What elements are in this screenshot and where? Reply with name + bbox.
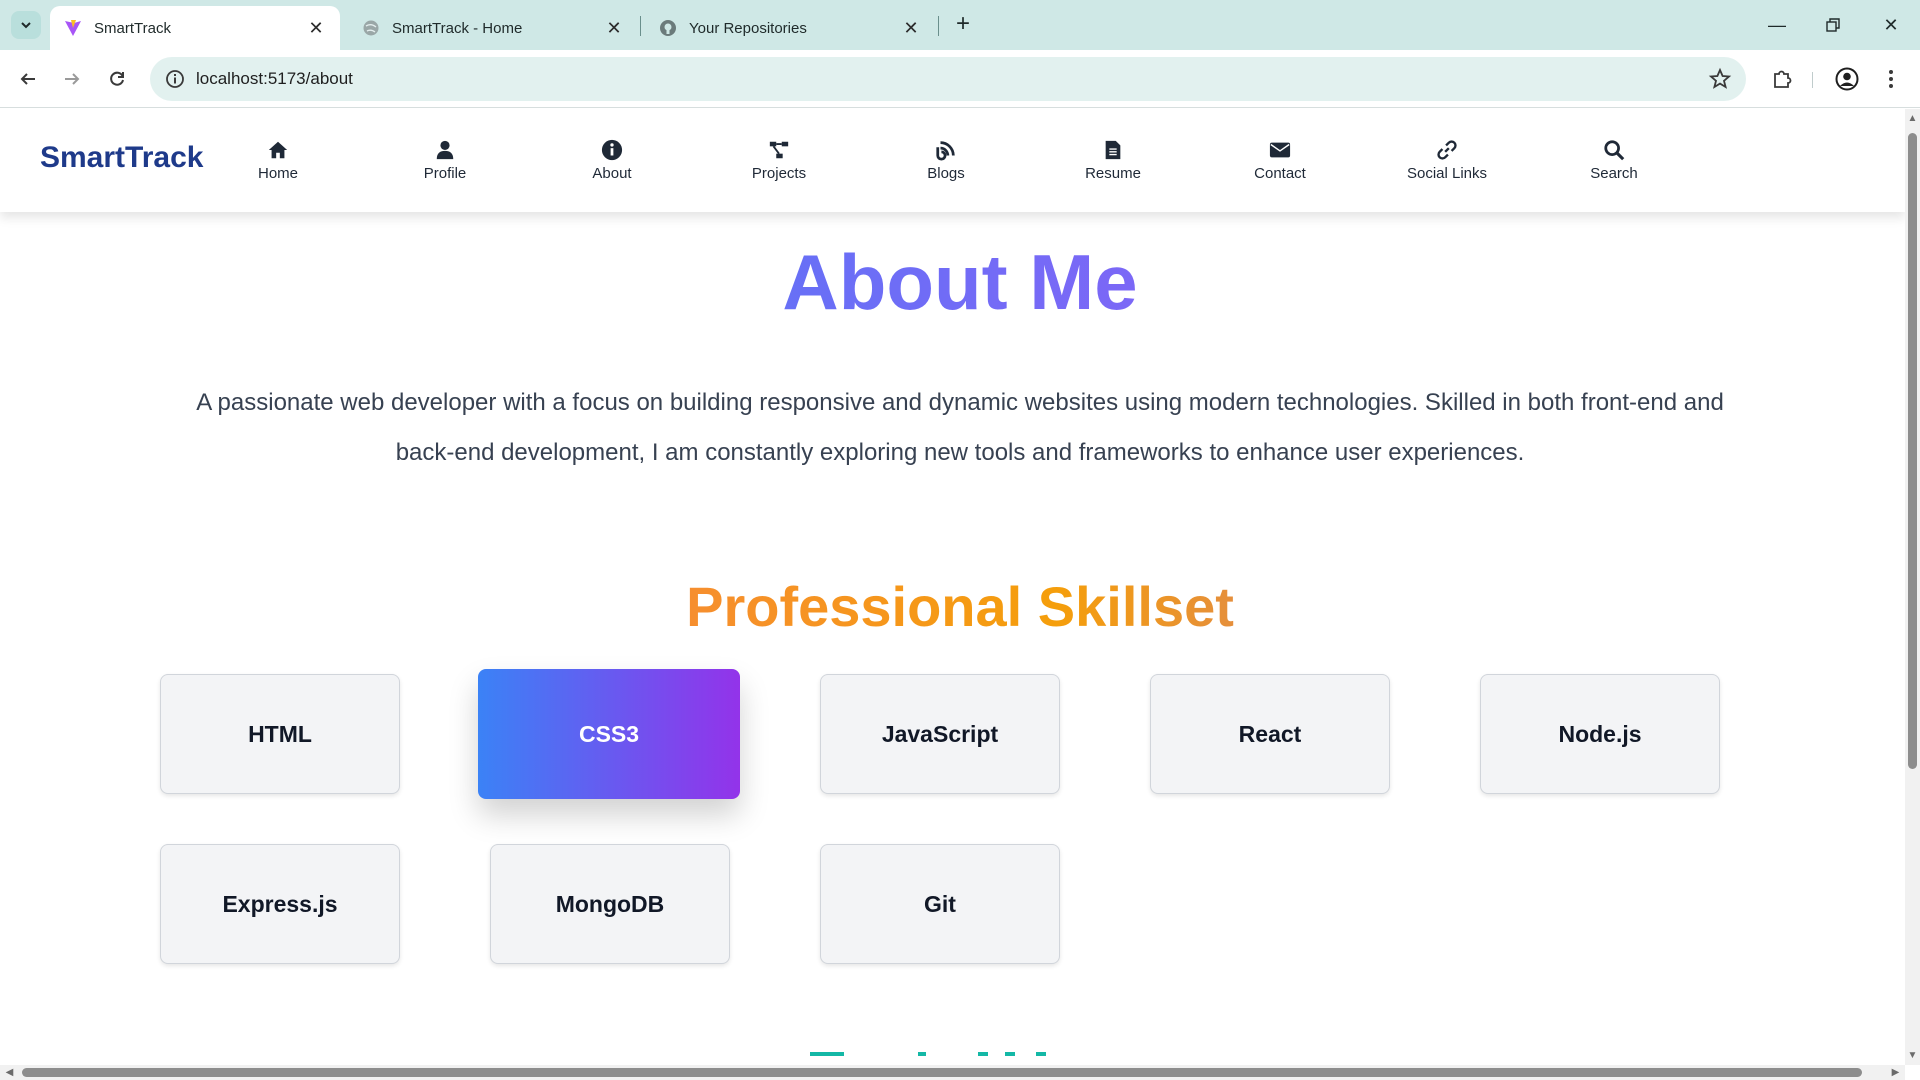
skill-card-expressjs[interactable]: Express.js (160, 844, 400, 964)
about-description: A passionate web developer with a focus … (196, 389, 1724, 466)
new-tab-button[interactable]: + (948, 10, 978, 40)
nav-label: Social Links (1406, 165, 1488, 182)
envelope-icon (1269, 142, 1291, 158)
horizontal-scroll-thumb[interactable] (22, 1068, 1862, 1077)
scroll-right-arrow[interactable]: ▶ (1890, 1067, 1901, 1078)
toolbar-divider (1812, 72, 1813, 88)
restore-button[interactable] (1810, 10, 1856, 40)
minimize-button[interactable]: — (1754, 10, 1800, 40)
scroll-left-arrow[interactable]: ◀ (4, 1067, 15, 1078)
tab-your-repositories[interactable]: Your Repositories ✕ (645, 6, 935, 50)
profile-button[interactable] (1832, 64, 1862, 94)
forward-button[interactable] (57, 64, 87, 94)
vertical-scroll-thumb[interactable] (1908, 133, 1917, 769)
nav-label: Home (257, 165, 298, 182)
nav-social-links[interactable]: Social Links (1382, 139, 1512, 182)
skills-heading: Professional Skillset (0, 574, 1905, 639)
skill-card-nodejs[interactable]: Node.js (1480, 674, 1720, 794)
chevron-down-icon (21, 22, 31, 29)
tab-separator (640, 16, 641, 36)
nav-label: Search (1590, 165, 1638, 182)
browser-toolbar: localhost:5173/about (0, 50, 1920, 108)
scroll-down-arrow[interactable]: ▼ (1907, 1050, 1918, 1061)
tab-separator (938, 16, 939, 36)
reload-icon (110, 71, 124, 86)
nav-contact[interactable]: Contact (1215, 139, 1345, 182)
arrow-right-icon (65, 73, 80, 85)
back-button[interactable] (13, 64, 43, 94)
nav-label: Resume (1085, 165, 1141, 182)
info-circle-icon (601, 139, 623, 161)
brand-logo[interactable]: SmartTrack (40, 141, 203, 175)
site-navbar: SmartTrack Home Profile About Projects B… (0, 109, 1905, 212)
skill-card-html[interactable]: HTML (160, 674, 400, 794)
skill-card-mongodb[interactable]: MongoDB (490, 844, 730, 964)
skill-card-css3[interactable]: CSS3 (478, 669, 740, 799)
horizontal-scrollbar[interactable]: ◀ ▶ (0, 1065, 1905, 1080)
account-circle-icon (1835, 67, 1859, 91)
restore-icon (1826, 18, 1840, 32)
close-tab-icon[interactable]: ✕ (604, 18, 624, 39)
nav-label: Contact (1254, 165, 1306, 182)
nav-blogs[interactable]: Blogs (881, 139, 1011, 182)
skill-card-javascript[interactable]: JavaScript (820, 674, 1060, 794)
nav-label: Projects (751, 165, 807, 182)
page-viewport: SmartTrack Home Profile About Projects B… (0, 109, 1905, 1065)
skill-card-git[interactable]: Git (820, 844, 1060, 964)
user-icon (436, 140, 454, 160)
blog-icon (936, 141, 955, 161)
nav-label: About (592, 165, 632, 182)
next-section-heading-peek (810, 1052, 1050, 1058)
nav-profile[interactable]: Profile (380, 139, 510, 182)
scroll-up-arrow[interactable]: ▲ (1907, 113, 1918, 124)
skill-card-react[interactable]: React (1150, 674, 1390, 794)
tab-title: SmartTrack - Home (392, 19, 523, 37)
tab-title: Your Repositories (689, 19, 807, 37)
github-icon (659, 19, 677, 37)
tab-title: SmartTrack (94, 19, 171, 37)
vertical-scrollbar[interactable]: ▲ ▼ (1905, 109, 1920, 1065)
browser-tab-bar: SmartTrack ✕ SmartTrack - Home ✕ Your Re… (0, 0, 1920, 50)
search-icon (1604, 140, 1625, 161)
close-tab-icon[interactable]: ✕ (306, 18, 326, 39)
site-info-icon[interactable] (164, 68, 186, 90)
vite-logo-icon (64, 19, 82, 37)
link-icon (1437, 140, 1457, 160)
nav-label: Profile (423, 165, 467, 182)
project-diagram-icon (769, 141, 789, 159)
address-bar[interactable]: localhost:5173/about (150, 57, 1746, 101)
tab-search-button[interactable] (11, 11, 41, 39)
bookmark-star-icon[interactable] (1708, 67, 1732, 91)
tab-smarttrack[interactable]: SmartTrack ✕ (50, 6, 340, 50)
browser-menu-button[interactable] (1876, 64, 1906, 94)
url-text[interactable]: localhost:5173/about (196, 57, 353, 101)
tab-smarttrack-home[interactable]: SmartTrack - Home ✕ (348, 6, 638, 50)
nav-home[interactable]: Home (213, 139, 343, 182)
kebab-menu-icon (1889, 70, 1893, 88)
extensions-button[interactable] (1767, 64, 1797, 94)
home-icon (268, 141, 288, 159)
reload-button[interactable] (102, 64, 132, 94)
nav-search[interactable]: Search (1549, 139, 1679, 182)
nav-label: Blogs (927, 165, 965, 182)
globe-icon (362, 19, 380, 37)
file-icon (1105, 140, 1121, 160)
arrow-left-icon (20, 73, 35, 85)
nav-about[interactable]: About (547, 139, 677, 182)
close-tab-icon[interactable]: ✕ (901, 18, 921, 39)
puzzle-icon (1774, 70, 1792, 88)
nav-projects[interactable]: Projects (714, 139, 844, 182)
about-heading: About Me (0, 237, 1905, 328)
nav-resume[interactable]: Resume (1048, 139, 1178, 182)
close-window-button[interactable]: ✕ (1868, 10, 1914, 40)
